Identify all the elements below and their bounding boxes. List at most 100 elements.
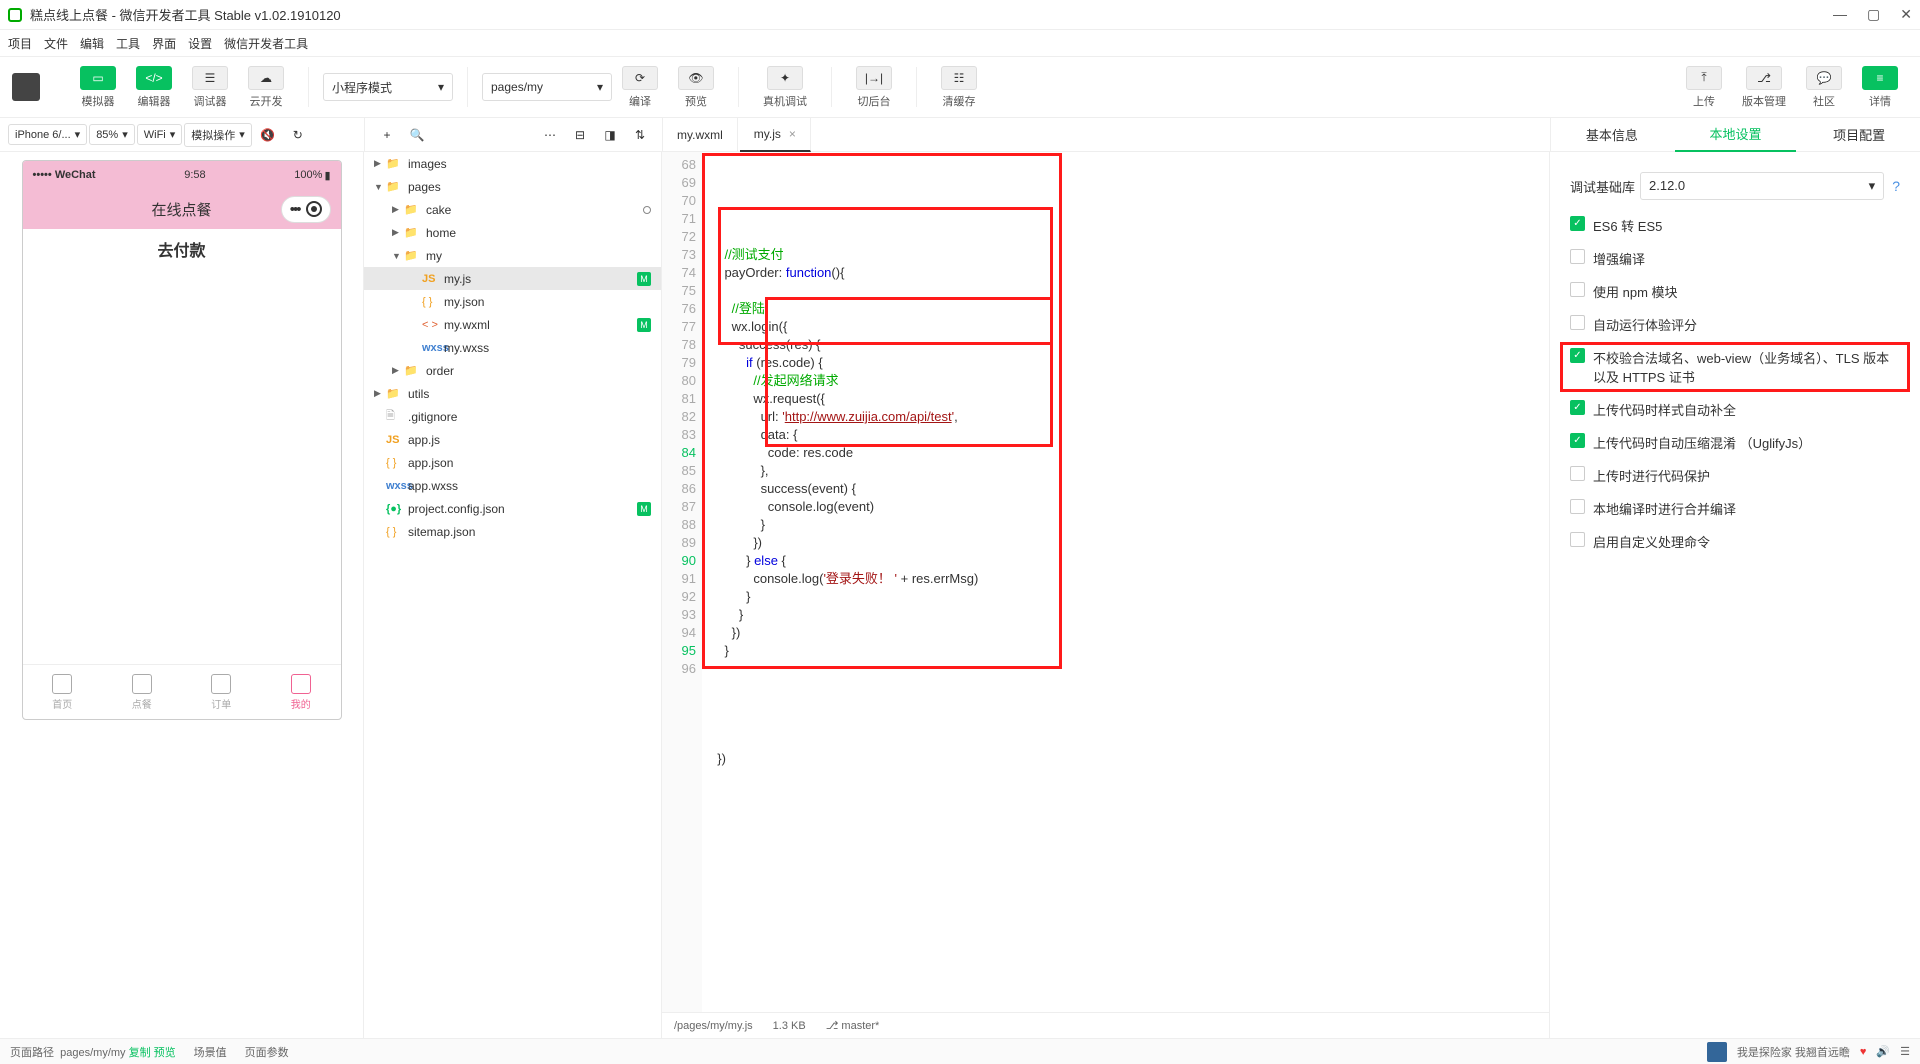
menu-item[interactable]: 工具 [116, 35, 140, 52]
mute-icon[interactable]: 🔇 [254, 123, 282, 147]
code-line[interactable]: }) [710, 534, 1541, 552]
tree-item[interactable]: ▶📁utils [364, 382, 661, 405]
close-icon[interactable]: ✕ [1900, 6, 1912, 23]
tree-item[interactable]: < >my.wxmlM [364, 313, 661, 336]
device-select[interactable]: iPhone 6/...▾ [8, 124, 87, 145]
menu-item[interactable]: 文件 [44, 35, 68, 52]
setting-checkbox[interactable]: 启用自定义处理命令 [1570, 532, 1900, 551]
filter-icon[interactable]: ⇅ [626, 123, 654, 147]
simop-select[interactable]: 模拟操作▾ [184, 123, 252, 147]
search-icon[interactable]: 🔍 [403, 123, 431, 147]
minimize-icon[interactable]: — [1833, 6, 1847, 23]
rotate-icon[interactable]: ↻ [284, 123, 312, 147]
code-line[interactable]: //登陆 [710, 300, 1541, 318]
code-line[interactable]: }) [710, 750, 1541, 768]
tree-item[interactable]: ▼📁my [364, 244, 661, 267]
code-line[interactable]: } [710, 606, 1541, 624]
code-line[interactable] [710, 678, 1541, 696]
editor-tab[interactable]: my.wxml [663, 118, 738, 152]
add-file-icon[interactable]: + [373, 123, 401, 147]
capsule-target-icon[interactable] [306, 201, 322, 217]
tree-item[interactable]: JSmy.jsM [364, 267, 661, 290]
version-button[interactable]: ⎇版本管理 [1742, 66, 1786, 109]
code-line[interactable]: code: res.code [710, 444, 1541, 462]
split-icon[interactable]: ◨ [596, 123, 624, 147]
footer-scene[interactable]: 场景值 [194, 1044, 227, 1060]
setting-checkbox[interactable]: ES6 转 ES5 [1570, 216, 1900, 235]
code-line[interactable]: payOrder: function(){ [710, 264, 1541, 282]
more-button[interactable]: ≡详情 [1862, 66, 1898, 109]
mode-select[interactable]: 小程序模式▾ [323, 73, 453, 101]
community-button[interactable]: 💬社区 [1806, 66, 1842, 109]
tree-item[interactable]: wxssmy.wxss [364, 336, 661, 359]
phone-tab[interactable]: 我的 [261, 665, 341, 719]
code-line[interactable]: data: { [710, 426, 1541, 444]
simulator-button[interactable]: ▭模拟器 [80, 66, 116, 109]
debug-lib-select[interactable]: 2.12.0▾ [1640, 172, 1884, 200]
code-line[interactable] [710, 660, 1541, 678]
menu-item[interactable]: 编辑 [80, 35, 104, 52]
code-line[interactable]: //发起网络请求 [710, 372, 1541, 390]
code-line[interactable]: console.log('登录失败！ ' + res.errMsg) [710, 570, 1541, 588]
tree-item[interactable]: ▶📁cake [364, 198, 661, 221]
menu-item[interactable]: 界面 [152, 35, 176, 52]
clearcache-button[interactable]: ☷清缓存 [941, 66, 977, 109]
code-line[interactable] [710, 282, 1541, 300]
preview-button[interactable]: 👁预览 [678, 66, 714, 109]
menu-item[interactable]: 微信开发者工具 [224, 35, 308, 52]
menu-item[interactable]: 项目 [8, 35, 32, 52]
tree-item[interactable]: { }sitemap.json [364, 520, 661, 543]
tree-item[interactable]: { }my.json [364, 290, 661, 313]
code-line[interactable]: }) [710, 624, 1541, 642]
code-line[interactable]: }, [710, 462, 1541, 480]
code-line[interactable]: success(res) { [710, 336, 1541, 354]
background-button[interactable]: |→|切后台 [856, 66, 892, 109]
zoom-select[interactable]: 85%▾ [89, 124, 135, 145]
more-icon[interactable]: ⋯ [536, 123, 564, 147]
cloud-button[interactable]: ☁云开发 [248, 66, 284, 109]
code-line[interactable] [710, 714, 1541, 732]
settings-tab[interactable]: 本地设置 [1675, 118, 1797, 152]
tree-item[interactable]: ▼📁pages [364, 175, 661, 198]
realdebug-button[interactable]: ✦真机调试 [763, 66, 807, 109]
tree-item[interactable]: {●}project.config.jsonM [364, 497, 661, 520]
editor-button[interactable]: </>编辑器 [136, 66, 172, 109]
page-select[interactable]: pages/my▾ [482, 73, 612, 101]
network-select[interactable]: WiFi▾ [137, 124, 183, 145]
code-line[interactable]: } [710, 588, 1541, 606]
phone-tab[interactable]: 点餐 [102, 665, 182, 719]
setting-checkbox[interactable]: 上传代码时自动压缩混淆 （UglifyJs） [1570, 433, 1900, 452]
maximize-icon[interactable]: ▢ [1867, 6, 1880, 23]
tree-item[interactable]: JSapp.js [364, 428, 661, 451]
tree-item[interactable]: wxssapp.wxss [364, 474, 661, 497]
pay-button[interactable]: 去付款 [23, 229, 341, 269]
heart-icon[interactable]: ♥ [1860, 1046, 1867, 1058]
code-line[interactable]: } [710, 642, 1541, 660]
settings-tab[interactable]: 项目配置 [1798, 118, 1920, 152]
menu-item[interactable]: 设置 [188, 35, 212, 52]
setting-checkbox[interactable]: 使用 npm 模块 [1570, 282, 1900, 301]
preview-link[interactable]: 预览 [154, 1047, 176, 1059]
user-avatar[interactable] [12, 73, 40, 101]
code-line[interactable]: url: 'http://www.zuijia.com/api/test', [710, 408, 1541, 426]
code-line[interactable]: success(event) { [710, 480, 1541, 498]
code-line[interactable]: wx.login({ [710, 318, 1541, 336]
tree-item[interactable]: ▶📁home [364, 221, 661, 244]
code-line[interactable]: //测试支付 [710, 246, 1541, 264]
setting-checkbox[interactable]: 上传代码时样式自动补全 [1570, 400, 1900, 419]
playlist-icon[interactable]: ☰ [1900, 1045, 1910, 1058]
tree-item[interactable]: ▶📁images [364, 152, 661, 175]
copy-link[interactable]: 复制 [129, 1047, 151, 1059]
setting-checkbox[interactable]: 增强编译 [1570, 249, 1900, 268]
code-line[interactable]: if (res.code) { [710, 354, 1541, 372]
setting-checkbox[interactable]: 不校验合法域名、web-view（业务域名）、TLS 版本以及 HTTPS 证书 [1570, 348, 1900, 386]
tree-item[interactable]: ▶📁order [364, 359, 661, 382]
close-tab-icon[interactable]: × [789, 127, 796, 141]
upload-button[interactable]: ⤒上传 [1686, 66, 1722, 109]
git-branch[interactable]: ⎇ master* [826, 1019, 880, 1032]
help-icon[interactable]: ? [1892, 178, 1900, 194]
code-line[interactable] [710, 696, 1541, 714]
collapse-icon[interactable]: ⊟ [566, 123, 594, 147]
debugger-button[interactable]: ☰调试器 [192, 66, 228, 109]
capsule-button[interactable]: ••• [281, 196, 331, 223]
